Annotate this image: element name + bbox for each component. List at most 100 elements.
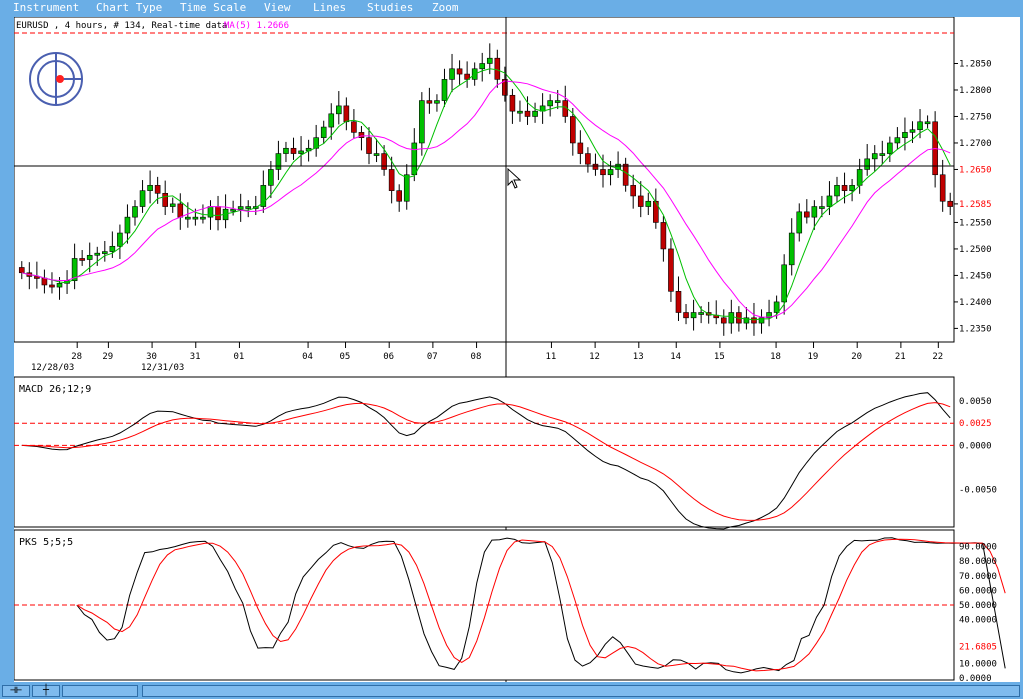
candle-body — [728, 312, 735, 324]
date-axis-label: 31 — [190, 352, 201, 362]
pks-axis-label: 90.0000 — [959, 543, 997, 553]
price-axis-label: 1.2585 — [959, 200, 992, 210]
price-axis: 1.2850 1.2800 1.2750 1.2700 1.2650 1.2585 1.25… — [954, 59, 992, 334]
pks-axis-label: 60.0000 — [959, 586, 997, 596]
candle-body — [298, 150, 304, 154]
candle-body — [834, 185, 840, 197]
macd-axis-label: 0.0050 — [959, 397, 992, 407]
date-axis-label: 22 — [932, 352, 943, 362]
candle-body — [177, 203, 184, 218]
menu-zoom[interactable]: Zoom — [432, 1, 459, 14]
menu-chart-type[interactable]: Chart Type — [96, 1, 162, 14]
macd-axis-label: -0.0050 — [959, 486, 997, 496]
candle-body — [570, 116, 576, 144]
logo-icon — [29, 52, 83, 106]
candle-body — [532, 110, 538, 117]
candle-body — [788, 232, 795, 266]
candle-body — [403, 174, 410, 202]
candle-body — [690, 312, 697, 319]
candle-body — [351, 121, 357, 133]
date-axis-label: 11 — [545, 352, 556, 362]
candle-body — [479, 63, 486, 70]
candle-body — [41, 277, 48, 286]
price-axis-label: 1.2850 — [959, 59, 992, 69]
price-axis-label: 1.2450 — [959, 271, 992, 281]
candle-body — [509, 94, 516, 112]
macd-axis: 0.0050 0.0025 0.0000 -0.0050 — [959, 397, 997, 495]
menu-time-scale[interactable]: Time Scale — [180, 1, 246, 14]
date-axis-label: 06 — [383, 352, 394, 362]
candle-body — [49, 284, 55, 288]
candle-body — [139, 190, 146, 207]
macd-panel[interactable] — [13, 376, 955, 528]
candle-body — [56, 283, 63, 288]
candle-body — [675, 291, 682, 313]
candle-body — [411, 142, 418, 176]
candle-body — [154, 185, 161, 194]
date-axis-label: 28 — [71, 352, 82, 362]
date-axis-sublabel: 12/28/03 — [31, 363, 74, 373]
candle-body — [381, 153, 387, 170]
candle-body — [86, 254, 93, 260]
candle-body — [441, 79, 448, 101]
macd-axis-label: 0.0000 — [959, 441, 992, 451]
symbol-info: EURUSD , 4 hours, # 134, Real-time data — [16, 21, 227, 31]
candle-body — [268, 169, 274, 186]
menu-lines[interactable]: Lines — [313, 1, 346, 14]
candle-body — [864, 158, 870, 170]
chart-canvas[interactable]: EURUSD , 4 hours, # 134, Real-time data … — [13, 16, 1020, 684]
crosshair-tool-icon[interactable]: ┼ — [36, 685, 56, 697]
candle-body — [698, 312, 704, 315]
menu-bar: Instrument Chart Type Time Scale View Li… — [0, 0, 1023, 17]
candle-body — [577, 142, 584, 154]
candle-body — [720, 317, 727, 324]
candle-body — [102, 251, 108, 254]
date-axis-label: 04 — [302, 352, 313, 362]
price-axis-label: 1.2400 — [959, 298, 992, 308]
pks-axis-label: 0.0000 — [959, 674, 992, 682]
candle-body — [237, 206, 244, 210]
candle-body — [486, 57, 493, 64]
pks-axis-label: 21.6805 — [959, 642, 997, 652]
pin-icon[interactable]: ⊣⊢ — [6, 685, 26, 697]
candle-body — [449, 68, 455, 80]
candle-body — [902, 132, 908, 138]
date-axis-label: 30 — [146, 352, 157, 362]
date-axis-label: 20 — [851, 352, 862, 362]
candle-body — [796, 211, 803, 234]
menu-instrument[interactable]: Instrument — [13, 1, 79, 14]
candle-body — [18, 267, 25, 274]
menu-studies[interactable]: Studies — [367, 1, 413, 14]
price-axis-label: 1.2800 — [959, 86, 992, 96]
chart-area[interactable]: EURUSD , 4 hours, # 134, Real-time data … — [13, 16, 1020, 684]
candle-body — [343, 105, 350, 123]
date-axis-label: 08 — [471, 352, 482, 362]
candle-body — [79, 258, 85, 261]
menu-view[interactable]: View — [264, 1, 291, 14]
price-axis-label: 1.2350 — [959, 324, 992, 334]
candle-body — [683, 312, 689, 319]
candle-body — [924, 121, 931, 125]
candle-body — [637, 195, 644, 207]
price-axis-label: 1.2500 — [959, 245, 992, 255]
date-axis-label: 12 — [589, 352, 600, 362]
price-axis-label: 1.2750 — [959, 112, 992, 122]
pks-title: PKS 5;5;5 — [19, 537, 73, 548]
candle-body — [894, 137, 901, 144]
candle-body — [585, 153, 591, 165]
pks-axis-label: 10.0000 — [959, 659, 997, 669]
candle-body — [547, 100, 553, 107]
candle-body — [554, 100, 561, 103]
candle-body — [524, 110, 531, 117]
candle-body — [215, 206, 221, 221]
candle-body — [826, 195, 833, 207]
pks-axis-label: 50.0000 — [959, 601, 997, 611]
candle-body — [124, 216, 131, 234]
candle-body — [328, 113, 335, 128]
price-axis-label: 1.2650 — [959, 165, 992, 175]
candle-body — [849, 185, 855, 191]
candle-body — [275, 153, 282, 170]
candle-body — [841, 185, 848, 191]
date-axis-label: 21 — [895, 352, 906, 362]
candle-body — [871, 153, 878, 160]
